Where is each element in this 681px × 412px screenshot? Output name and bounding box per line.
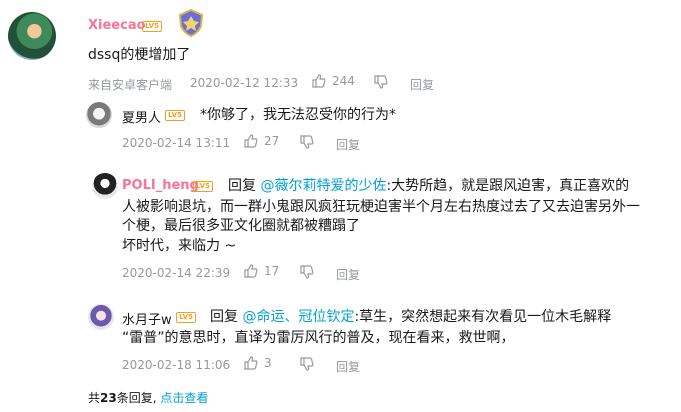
- like-count: 244: [332, 74, 355, 88]
- like-count: 27: [264, 134, 280, 148]
- like-button[interactable]: 27: [244, 134, 279, 148]
- dislike-button[interactable]: [300, 135, 314, 149]
- thumbs-down-icon: [300, 135, 314, 149]
- avatar[interactable]: [86, 102, 112, 128]
- like-button[interactable]: 244: [312, 74, 355, 88]
- thumbs-down-icon: [300, 357, 314, 371]
- reply-time: 2020-02-14 13:11: [122, 136, 231, 150]
- thumbs-down-icon: [300, 265, 314, 279]
- level-badge: LV5: [142, 21, 162, 32]
- reply-text: 回复 @薇尔莉特爱的少佐:大势所趋，就是跟风迫害，真正喜欢的: [228, 175, 629, 197]
- dislike-button[interactable]: [374, 75, 388, 89]
- thumbs-down-icon: [374, 75, 388, 89]
- username[interactable]: 夏男人: [122, 107, 161, 126]
- reply-text-line: 个梗，最后很多亚文化圈就都被糟蹋了: [122, 218, 360, 234]
- like-count: 17: [264, 264, 280, 278]
- avatar[interactable]: [92, 173, 118, 199]
- reply-button[interactable]: 回复: [336, 266, 360, 283]
- reply-text-line: “雷普”的意思时，直译为雷厉风行的普及，现在看来，救世啊，: [122, 330, 515, 346]
- thumbs-up-icon: [244, 134, 258, 148]
- reply-count-prefix: 共: [88, 391, 101, 405]
- reply-text: 回复 @命运、冠位钦定:草生，突然想起来有次看见一位木毛解释: [210, 306, 611, 328]
- comment-source: 来自安卓客户端: [88, 78, 173, 92]
- reply-text-line: :草生，突然想起来有次看见一位木毛解释: [354, 309, 612, 325]
- reply-text: *你够了，我无法忍受你的行为*: [200, 107, 396, 123]
- comment-time: 2020-02-12 12:33: [190, 76, 299, 90]
- level-badge: LV5: [193, 181, 213, 192]
- reply-time: 2020-02-18 11:06: [122, 358, 231, 372]
- thumbs-up-icon: [312, 74, 326, 88]
- level-badge: LV5: [165, 110, 185, 121]
- like-button[interactable]: 17: [244, 264, 279, 278]
- username[interactable]: 水月子w: [122, 309, 172, 328]
- reply-prefix: 回复: [210, 309, 238, 325]
- mention-link[interactable]: @薇尔莉特爱的少佐: [260, 178, 386, 194]
- level-badge: LV5: [176, 312, 196, 323]
- avatar[interactable]: [8, 12, 56, 60]
- medal-badge-icon: [176, 8, 206, 38]
- reply-prefix: 回复: [228, 178, 256, 194]
- username[interactable]: POLI_heng: [122, 178, 199, 193]
- username[interactable]: Xieecao: [88, 18, 146, 33]
- dislike-button[interactable]: [300, 265, 314, 279]
- reply-button[interactable]: 回复: [336, 358, 360, 375]
- avatar[interactable]: [88, 304, 114, 330]
- mention-link[interactable]: @命运、冠位钦定: [242, 309, 354, 325]
- reply-count-number: 23: [100, 391, 117, 405]
- view-more-link[interactable]: 点击查看: [160, 391, 208, 405]
- reply-button[interactable]: 回复: [410, 76, 434, 93]
- like-count: 3: [264, 356, 272, 370]
- dislike-button[interactable]: [300, 357, 314, 371]
- reply-text-line: 坏时代，来临力 ~: [122, 238, 237, 254]
- thumbs-up-icon: [244, 264, 258, 278]
- reply-text-line: :大势所趋，就是跟风迫害，真正喜欢的: [386, 178, 630, 194]
- thumbs-up-icon: [244, 356, 258, 370]
- comment-text: dssq的梗增加了: [88, 47, 191, 63]
- like-button[interactable]: 3: [244, 356, 272, 370]
- reply-button[interactable]: 回复: [336, 136, 360, 153]
- reply-time: 2020-02-14 22:39: [122, 266, 231, 280]
- reply-count: 共23条回复, 点击查看: [88, 389, 208, 406]
- reply-count-suffix: 条回复,: [116, 391, 157, 405]
